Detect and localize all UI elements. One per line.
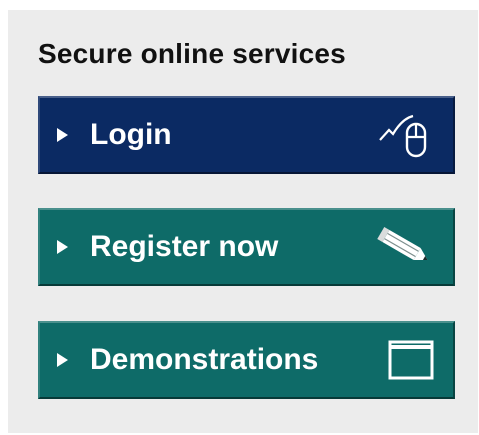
register-now-button-label: Register now bbox=[90, 230, 279, 263]
panel-title: Secure online services bbox=[38, 38, 346, 69]
demonstrations-button[interactable]: Demonstrations bbox=[38, 321, 455, 399]
demonstrations-button-label: Demonstrations bbox=[90, 343, 319, 376]
play-arrow-icon bbox=[57, 353, 68, 367]
window-icon bbox=[388, 340, 434, 380]
login-button[interactable]: Login bbox=[38, 96, 455, 174]
mouse-icon bbox=[379, 114, 427, 158]
play-arrow-icon bbox=[57, 128, 68, 142]
play-arrow-icon bbox=[57, 240, 68, 254]
register-now-button[interactable]: Register now bbox=[38, 208, 455, 286]
pencil-icon bbox=[377, 226, 428, 261]
login-button-label: Login bbox=[90, 118, 172, 151]
